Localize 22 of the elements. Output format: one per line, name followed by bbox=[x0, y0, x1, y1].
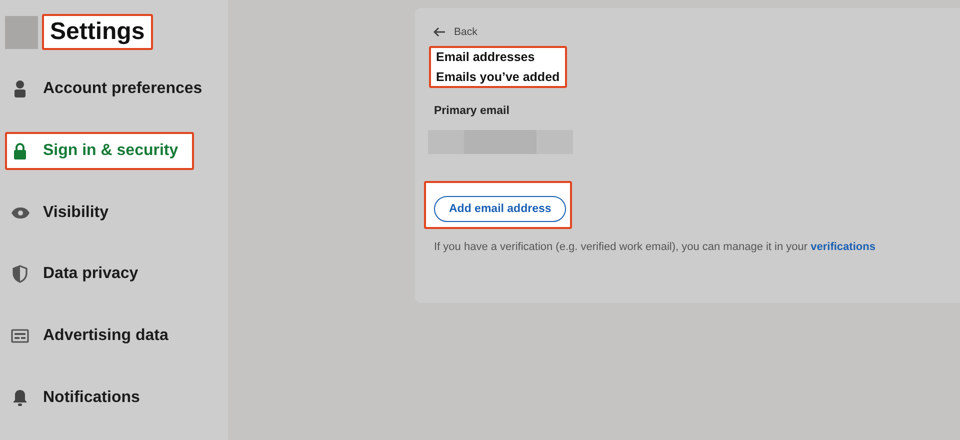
shield-icon bbox=[12, 265, 28, 284]
verifications-link[interactable]: verifications bbox=[810, 241, 876, 253]
lock-icon bbox=[13, 142, 27, 160]
page-title: Settings bbox=[49, 17, 146, 47]
section-title: Email addresses bbox=[436, 50, 536, 64]
back-arrow-icon bbox=[433, 27, 446, 37]
card-icon bbox=[11, 329, 29, 344]
back-link[interactable]: Back bbox=[433, 26, 478, 38]
eye-icon bbox=[10, 206, 30, 219]
primary-email-label: Primary email bbox=[434, 105, 510, 117]
sidebar-item[interactable]: Account preferences bbox=[5, 70, 218, 109]
bell-icon bbox=[12, 388, 28, 407]
verification-note: If you have a verification (e.g. verified work email), you can manage it in your verifications bbox=[434, 241, 876, 253]
sidebar-item[interactable]: Visibility bbox=[5, 193, 125, 232]
person-icon bbox=[13, 80, 27, 98]
sidebar-item[interactable]: Notifications bbox=[5, 378, 156, 418]
sidebar-item[interactable]: Data privacy bbox=[5, 255, 154, 294]
add-email-button[interactable]: Add email address bbox=[434, 196, 566, 222]
avatar bbox=[5, 16, 38, 48]
sidebar-item[interactable]: Advertising data bbox=[5, 316, 184, 356]
sidebar-item[interactable]: Sign in & security bbox=[5, 132, 194, 170]
section-subtitle: Emails you’ve added bbox=[436, 70, 560, 84]
